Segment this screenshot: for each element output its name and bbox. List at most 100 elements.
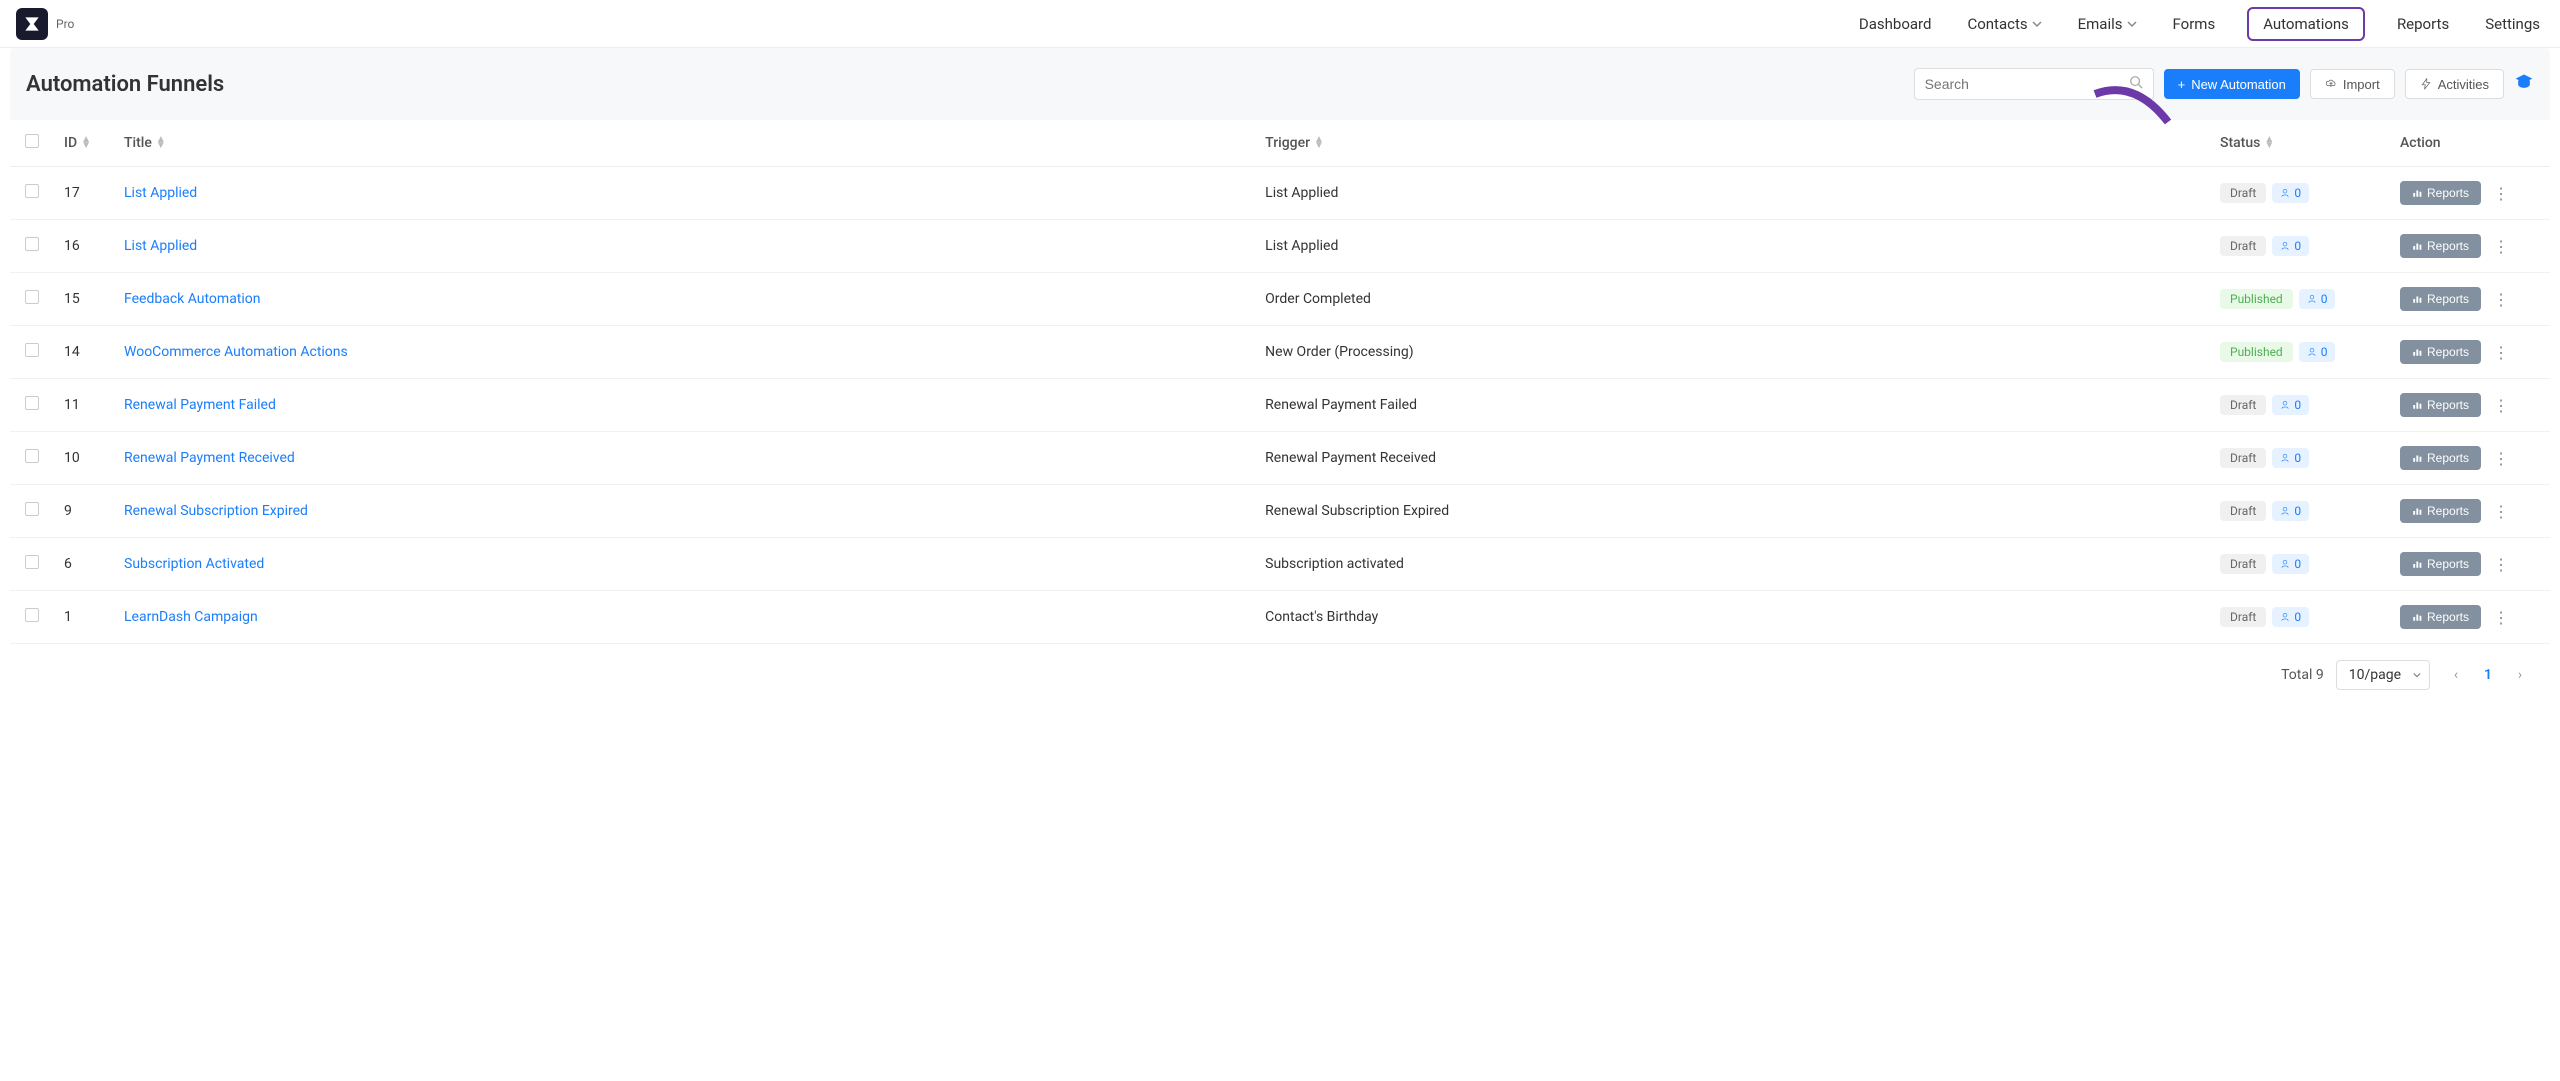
- automation-title-link[interactable]: LearnDash Campaign: [124, 609, 258, 625]
- contacts-count-badge: 0: [2272, 236, 2309, 256]
- automation-title-link[interactable]: WooCommerce Automation Actions: [124, 344, 348, 360]
- user-icon: [2280, 453, 2290, 463]
- graduation-cap-icon[interactable]: [2514, 72, 2534, 97]
- automation-title-link[interactable]: Subscription Activated: [124, 556, 264, 572]
- status-badge: Draft: [2220, 448, 2266, 468]
- search-box[interactable]: [1914, 68, 2154, 100]
- column-status[interactable]: Status▲▼: [2210, 120, 2390, 167]
- column-action: Action: [2390, 120, 2550, 167]
- import-button[interactable]: Import: [2310, 69, 2395, 99]
- activities-button[interactable]: Activities: [2405, 69, 2504, 99]
- row-actions-menu[interactable]: ⋮: [2489, 502, 2513, 521]
- chevron-down-icon: [2127, 19, 2137, 29]
- nav-settings[interactable]: Settings: [2481, 3, 2544, 45]
- status-badge: Draft: [2220, 607, 2266, 627]
- row-id: 6: [54, 538, 114, 591]
- automation-title-link[interactable]: Renewal Subscription Expired: [124, 503, 308, 519]
- automations-table: ID▲▼ Title▲▼ Trigger ▲▼ Status▲▼ Action 1…: [10, 120, 2550, 644]
- next-page-button[interactable]: ›: [2506, 661, 2534, 689]
- nav-automations[interactable]: Automations: [2247, 7, 2365, 41]
- automation-title-link[interactable]: Feedback Automation: [124, 291, 261, 307]
- column-label: Trigger: [1265, 135, 1310, 151]
- contacts-count-badge: 0: [2299, 289, 2336, 309]
- row-checkbox[interactable]: [25, 290, 39, 304]
- user-icon: [2307, 294, 2317, 304]
- table-row: 1 LearnDash Campaign Contact's Birthday …: [10, 591, 2550, 644]
- page-size-select[interactable]: 10/page: [2336, 660, 2430, 690]
- chart-icon: [2412, 347, 2422, 357]
- row-actions-menu[interactable]: ⋮: [2489, 608, 2513, 627]
- automation-title-link[interactable]: Renewal Payment Received: [124, 450, 295, 466]
- row-actions-menu[interactable]: ⋮: [2489, 237, 2513, 256]
- page-number[interactable]: 1: [2474, 661, 2502, 689]
- row-checkbox[interactable]: [25, 184, 39, 198]
- row-id: 14: [54, 326, 114, 379]
- status-badge: Draft: [2220, 236, 2266, 256]
- row-actions-menu[interactable]: ⋮: [2489, 449, 2513, 468]
- automation-title-link[interactable]: Renewal Payment Failed: [124, 397, 276, 413]
- reports-button[interactable]: Reports: [2400, 393, 2481, 417]
- row-checkbox[interactable]: [25, 608, 39, 622]
- button-label: New Automation: [2191, 77, 2286, 92]
- contacts-count-badge: 0: [2272, 448, 2309, 468]
- table-row: 16 List Applied List Applied Draft 0 Rep…: [10, 220, 2550, 273]
- user-icon: [2280, 559, 2290, 569]
- column-title[interactable]: Title▲▼: [114, 120, 1255, 167]
- search-input[interactable]: [1925, 76, 2129, 92]
- row-actions-menu[interactable]: ⋮: [2489, 396, 2513, 415]
- reports-button[interactable]: Reports: [2400, 340, 2481, 364]
- contacts-count-badge: 0: [2272, 395, 2309, 415]
- row-trigger: List Applied: [1255, 167, 2210, 220]
- row-actions-menu[interactable]: ⋮: [2489, 343, 2513, 362]
- row-checkbox[interactable]: [25, 237, 39, 251]
- app-logo[interactable]: [16, 8, 48, 40]
- reports-button[interactable]: Reports: [2400, 499, 2481, 523]
- nav-emails[interactable]: Emails: [2074, 3, 2141, 45]
- row-actions-menu[interactable]: ⋮: [2489, 184, 2513, 203]
- row-id: 11: [54, 379, 114, 432]
- nav-label: Settings: [2485, 15, 2540, 33]
- nav-label: Dashboard: [1859, 15, 1932, 33]
- row-actions-menu[interactable]: ⋮: [2489, 555, 2513, 574]
- nav-forms[interactable]: Forms: [2169, 3, 2220, 45]
- user-icon: [2280, 188, 2290, 198]
- sort-icon: ▲▼: [2264, 137, 2274, 149]
- row-id: 17: [54, 167, 114, 220]
- nav-dashboard[interactable]: Dashboard: [1855, 3, 1936, 45]
- reports-button[interactable]: Reports: [2400, 605, 2481, 629]
- row-id: 15: [54, 273, 114, 326]
- table-row: 9 Renewal Subscription Expired Renewal S…: [10, 485, 2550, 538]
- row-trigger: Contact's Birthday: [1255, 591, 2210, 644]
- page-size-value: 10/page: [2349, 667, 2401, 683]
- select-all-checkbox[interactable]: [25, 134, 39, 148]
- nav-label: Contacts: [1967, 15, 2027, 33]
- contacts-count-badge: 0: [2272, 501, 2309, 521]
- automation-title-link[interactable]: List Applied: [124, 185, 197, 201]
- automation-title-link[interactable]: List Applied: [124, 238, 197, 254]
- new-automation-button[interactable]: + New Automation: [2164, 69, 2300, 99]
- row-checkbox[interactable]: [25, 449, 39, 463]
- column-trigger[interactable]: Trigger ▲▼: [1255, 120, 2210, 167]
- row-trigger: Order Completed: [1255, 273, 2210, 326]
- row-checkbox[interactable]: [25, 502, 39, 516]
- reports-button[interactable]: Reports: [2400, 552, 2481, 576]
- prev-page-button[interactable]: ‹: [2442, 661, 2470, 689]
- reports-button[interactable]: Reports: [2400, 181, 2481, 205]
- sort-icon: ▲▼: [1314, 137, 1324, 149]
- row-checkbox[interactable]: [25, 555, 39, 569]
- button-label: Activities: [2438, 77, 2489, 92]
- column-id[interactable]: ID▲▼: [54, 120, 114, 167]
- row-actions-menu[interactable]: ⋮: [2489, 290, 2513, 309]
- chart-icon: [2412, 506, 2422, 516]
- status-badge: Draft: [2220, 183, 2266, 203]
- nav-reports[interactable]: Reports: [2393, 3, 2453, 45]
- reports-button[interactable]: Reports: [2400, 234, 2481, 258]
- reports-button[interactable]: Reports: [2400, 287, 2481, 311]
- row-id: 10: [54, 432, 114, 485]
- nav-contacts[interactable]: Contacts: [1963, 3, 2045, 45]
- row-checkbox[interactable]: [25, 343, 39, 357]
- table-row: 14 WooCommerce Automation Actions New Or…: [10, 326, 2550, 379]
- row-checkbox[interactable]: [25, 396, 39, 410]
- page-title: Automation Funnels: [26, 72, 224, 97]
- reports-button[interactable]: Reports: [2400, 446, 2481, 470]
